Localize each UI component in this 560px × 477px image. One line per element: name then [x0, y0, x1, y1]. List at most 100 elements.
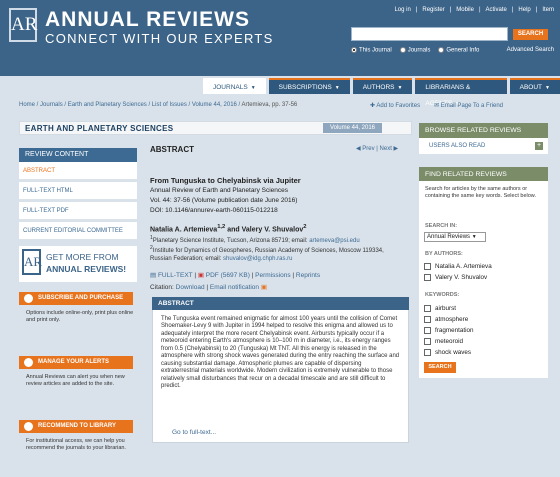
- nav-librarians-agents[interactable]: LIBRARIANS & AGENTS ▼: [415, 78, 507, 107]
- search-input[interactable]: [351, 27, 508, 41]
- citation-label: Citation:: [150, 284, 174, 291]
- radio-journals[interactable]: Journals: [399, 47, 430, 54]
- breadcrumb-home[interactable]: Home: [19, 102, 35, 108]
- review-content-heading: REVIEW CONTENT: [19, 148, 137, 162]
- login-link[interactable]: Log in: [394, 7, 410, 13]
- manage-alerts-button[interactable]: MANAGE YOUR ALERTS: [19, 356, 133, 369]
- breadcrumb-volume[interactable]: Volume 44, 2016: [192, 102, 237, 108]
- breadcrumb-current: Artemieva, pp. 37-56: [241, 102, 298, 108]
- email-page-link[interactable]: ✉ Email Page To a Friend: [434, 102, 503, 109]
- users-also-read[interactable]: USERS ALSO READ +: [419, 138, 548, 154]
- users-also-read-label: USERS ALSO READ: [429, 143, 486, 149]
- page-utilities: ✚ Add to Favorites ✉ Email Page To a Fri…: [370, 102, 503, 109]
- alert-icon: [24, 358, 33, 367]
- article-title: From Tunguska to Chelyabinsk via Jupiter: [150, 176, 301, 185]
- search-in-select[interactable]: Annual Reviews ▼: [424, 232, 486, 242]
- chevron-down-icon: ▼: [545, 85, 550, 91]
- mobile-link[interactable]: Mobile: [456, 7, 474, 13]
- volume-badge[interactable]: Volume 44, 2016: [323, 123, 382, 133]
- checkbox-icon: [424, 327, 431, 334]
- button-label: MANAGE YOUR ALERTS: [38, 359, 110, 365]
- advanced-search-link[interactable]: Advanced Search: [507, 47, 554, 53]
- activate-link[interactable]: Activate: [486, 7, 507, 13]
- prev-link[interactable]: ◀ Prev: [356, 146, 375, 152]
- review-content-abstract[interactable]: ABSTRACT: [19, 162, 137, 180]
- next-link[interactable]: Next ▶: [380, 146, 399, 152]
- permissions-link[interactable]: Permissions: [255, 272, 290, 279]
- prev-next-nav: ◀ Prev | Next ▶: [356, 146, 399, 152]
- nav-authors[interactable]: AUTHORS ▼: [352, 78, 413, 94]
- keyword-checkbox[interactable]: meteoroid: [424, 338, 463, 345]
- keyword-checkbox[interactable]: shock waves: [424, 349, 471, 356]
- abstract-text: The Tunguska event remained enigmatic fo…: [161, 316, 400, 390]
- chevron-down-icon: ▼: [334, 85, 340, 91]
- breadcrumb-journals[interactable]: Journals: [40, 102, 63, 108]
- find-related-heading: FIND RELATED REVIEWS: [419, 167, 548, 182]
- author-name: and Valery V. Shuvalov: [225, 226, 304, 234]
- subscribe-purchase-button[interactable]: SUBSCRIBE AND PURCHASE: [19, 292, 133, 305]
- radio-label: General Info: [446, 47, 480, 54]
- review-content-editorial-committee[interactable]: CURRENT EDITORIAL COMMITTEE: [19, 222, 137, 240]
- nav-label: JOURNALS: [213, 84, 248, 91]
- plus-icon[interactable]: +: [535, 142, 543, 150]
- main-nav: JOURNALS ▼ SUBSCRIPTIONS ▼ AUTHORS ▼ LIBRAR…: [203, 78, 560, 107]
- by-authors-label: BY AUTHORS:: [425, 251, 463, 257]
- doi: DOI: 10.1146/annurev-earth-060115-012218: [150, 207, 278, 214]
- button-label: SUBSCRIBE AND PURCHASE: [38, 295, 124, 301]
- rss-icon[interactable]: ▣: [261, 284, 267, 291]
- checkbox-icon: [424, 338, 431, 345]
- site-header: AR ANNUAL REVIEWS CONNECT WITH OUR EXPER…: [0, 0, 560, 76]
- format-links: ▤ FULL-TEXT | ▣ PDF (5697 KB) | Permissi…: [150, 272, 321, 279]
- keyword-checkbox[interactable]: airburst: [424, 305, 456, 312]
- affiliation-1: 1Planetary Science Institute, Tucson, Ar…: [150, 235, 360, 244]
- subscribe-description: Options include online-only, print plus …: [26, 310, 134, 323]
- breadcrumb-journal[interactable]: Earth and Planetary Sciences: [68, 102, 147, 108]
- review-content-fulltext-pdf[interactable]: FULL-TEXT PDF: [19, 202, 137, 220]
- pdf-link[interactable]: PDF (5697 KB): [206, 272, 250, 279]
- nav-label: SUBSCRIPTIONS: [278, 84, 332, 91]
- author-sup: 2: [303, 224, 307, 230]
- abstract-box: The Tunguska event remained enigmatic fo…: [152, 310, 409, 443]
- breadcrumb-issues[interactable]: List of Issues: [152, 102, 187, 108]
- get-more-banner[interactable]: AR GET MORE FROM ANNUAL REVIEWS!: [19, 246, 137, 282]
- checkbox-label: atmosphere: [435, 316, 469, 324]
- checkbox-icon: [424, 349, 431, 356]
- item-link[interactable]: Item: [542, 7, 554, 13]
- help-link[interactable]: Help: [518, 7, 530, 13]
- recommend-library-button[interactable]: RECOMMEND TO LIBRARY: [19, 420, 133, 433]
- affiliation-2: 2Institute for Dynamics of Geospheres, R…: [150, 244, 405, 263]
- checkbox-label: shock waves: [435, 349, 472, 357]
- download-link[interactable]: Download: [176, 284, 205, 291]
- checkbox-icon: [424, 274, 431, 281]
- add-favorites-link[interactable]: ✚ Add to Favorites: [370, 102, 420, 109]
- brand-title[interactable]: ANNUAL REVIEWS: [45, 8, 250, 32]
- nav-about[interactable]: ABOUT ▼: [509, 78, 560, 94]
- pdf-icon: ▣: [197, 272, 206, 279]
- get-more-line1: GET MORE FROM: [46, 252, 119, 262]
- register-link[interactable]: Register: [422, 7, 444, 13]
- radio-icon: [438, 47, 445, 53]
- nav-journals[interactable]: JOURNALS ▼: [203, 78, 266, 94]
- reprints-link[interactable]: Reprints: [296, 272, 320, 279]
- author-checkbox[interactable]: Valery V. Shuvalov: [424, 274, 487, 281]
- go-to-fulltext-link[interactable]: Go to full-text...: [172, 429, 216, 436]
- journal-title[interactable]: EARTH AND PLANETARY SCIENCES: [25, 124, 173, 133]
- keyword-checkbox[interactable]: fragmentation: [424, 327, 474, 334]
- radio-general-info[interactable]: General Info: [438, 47, 479, 54]
- keyword-checkbox[interactable]: atmosphere: [424, 316, 468, 323]
- email-link[interactable]: shuvalov@idg.chph.ras.ru: [223, 256, 292, 262]
- nav-subscriptions[interactable]: SUBSCRIPTIONS ▼: [268, 78, 350, 94]
- chevron-down-icon: ▼: [471, 234, 477, 240]
- checkbox-label: meteoroid: [435, 338, 464, 346]
- email-notification-link[interactable]: Email notification: [210, 284, 259, 291]
- volume-line: Vol. 44: 37-56 (Volume publication date …: [150, 197, 298, 204]
- review-content-fulltext-html[interactable]: FULL-TEXT HTML: [19, 182, 137, 200]
- find-related-search-button[interactable]: SEARCH: [424, 362, 456, 373]
- annual-reviews-logo[interactable]: AR: [9, 8, 37, 42]
- author-checkbox[interactable]: Natalia A. Artemieva: [424, 263, 492, 270]
- search-button[interactable]: SEARCH: [513, 29, 548, 40]
- breadcrumb: Home / Journals / Earth and Planetary Sc…: [19, 102, 298, 108]
- radio-this-journal[interactable]: This Journal: [351, 47, 392, 54]
- separator: |: [415, 7, 418, 13]
- fulltext-link[interactable]: FULL-TEXT: [158, 272, 193, 279]
